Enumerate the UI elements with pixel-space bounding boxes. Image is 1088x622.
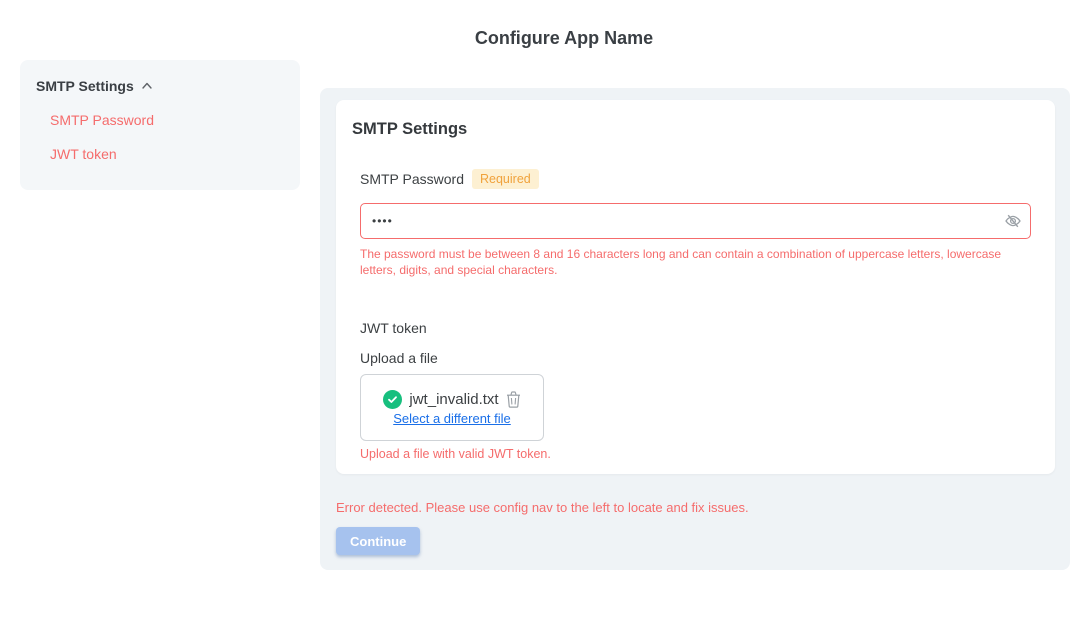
toggle-password-visibility-button[interactable] bbox=[1004, 212, 1022, 230]
jwt-upload-error: Upload a file with valid JWT token. bbox=[360, 447, 1031, 461]
delete-file-button[interactable] bbox=[506, 391, 521, 408]
page-title: Configure App Name bbox=[40, 28, 1088, 49]
smtp-password-input[interactable] bbox=[360, 203, 1031, 239]
select-different-file-link[interactable]: Select a different file bbox=[393, 411, 511, 426]
smtp-password-error: The password must be between 8 and 16 ch… bbox=[360, 246, 1031, 278]
file-upload-box: jwt_invalid.txt Sele bbox=[360, 374, 544, 441]
sidebar-item-jwt-token[interactable]: JWT token bbox=[50, 146, 284, 162]
config-nav-sidebar: SMTP Settings SMTP Password JWT token bbox=[20, 60, 300, 190]
config-main-panel: SMTP Settings SMTP Password Required bbox=[320, 88, 1070, 570]
check-circle-icon bbox=[383, 390, 402, 409]
required-badge: Required bbox=[472, 169, 539, 189]
uploaded-file-name: jwt_invalid.txt bbox=[409, 391, 498, 408]
sidebar-item-smtp-password[interactable]: SMTP Password bbox=[50, 112, 284, 128]
sidebar-section-smtp-settings[interactable]: SMTP Settings bbox=[36, 78, 284, 94]
continue-button[interactable]: Continue bbox=[336, 527, 420, 555]
sidebar-section-label: SMTP Settings bbox=[36, 78, 134, 94]
form-error-banner: Error detected. Please use config nav to… bbox=[336, 500, 1055, 515]
chevron-up-icon bbox=[140, 79, 154, 93]
smtp-settings-card: SMTP Settings SMTP Password Required bbox=[336, 100, 1055, 474]
eye-slash-icon bbox=[1004, 218, 1022, 233]
smtp-password-label: SMTP Password bbox=[360, 171, 464, 187]
trash-icon bbox=[506, 396, 521, 411]
jwt-token-label: JWT token bbox=[360, 320, 1031, 336]
card-title: SMTP Settings bbox=[352, 120, 1031, 139]
upload-file-label: Upload a file bbox=[360, 350, 1031, 366]
